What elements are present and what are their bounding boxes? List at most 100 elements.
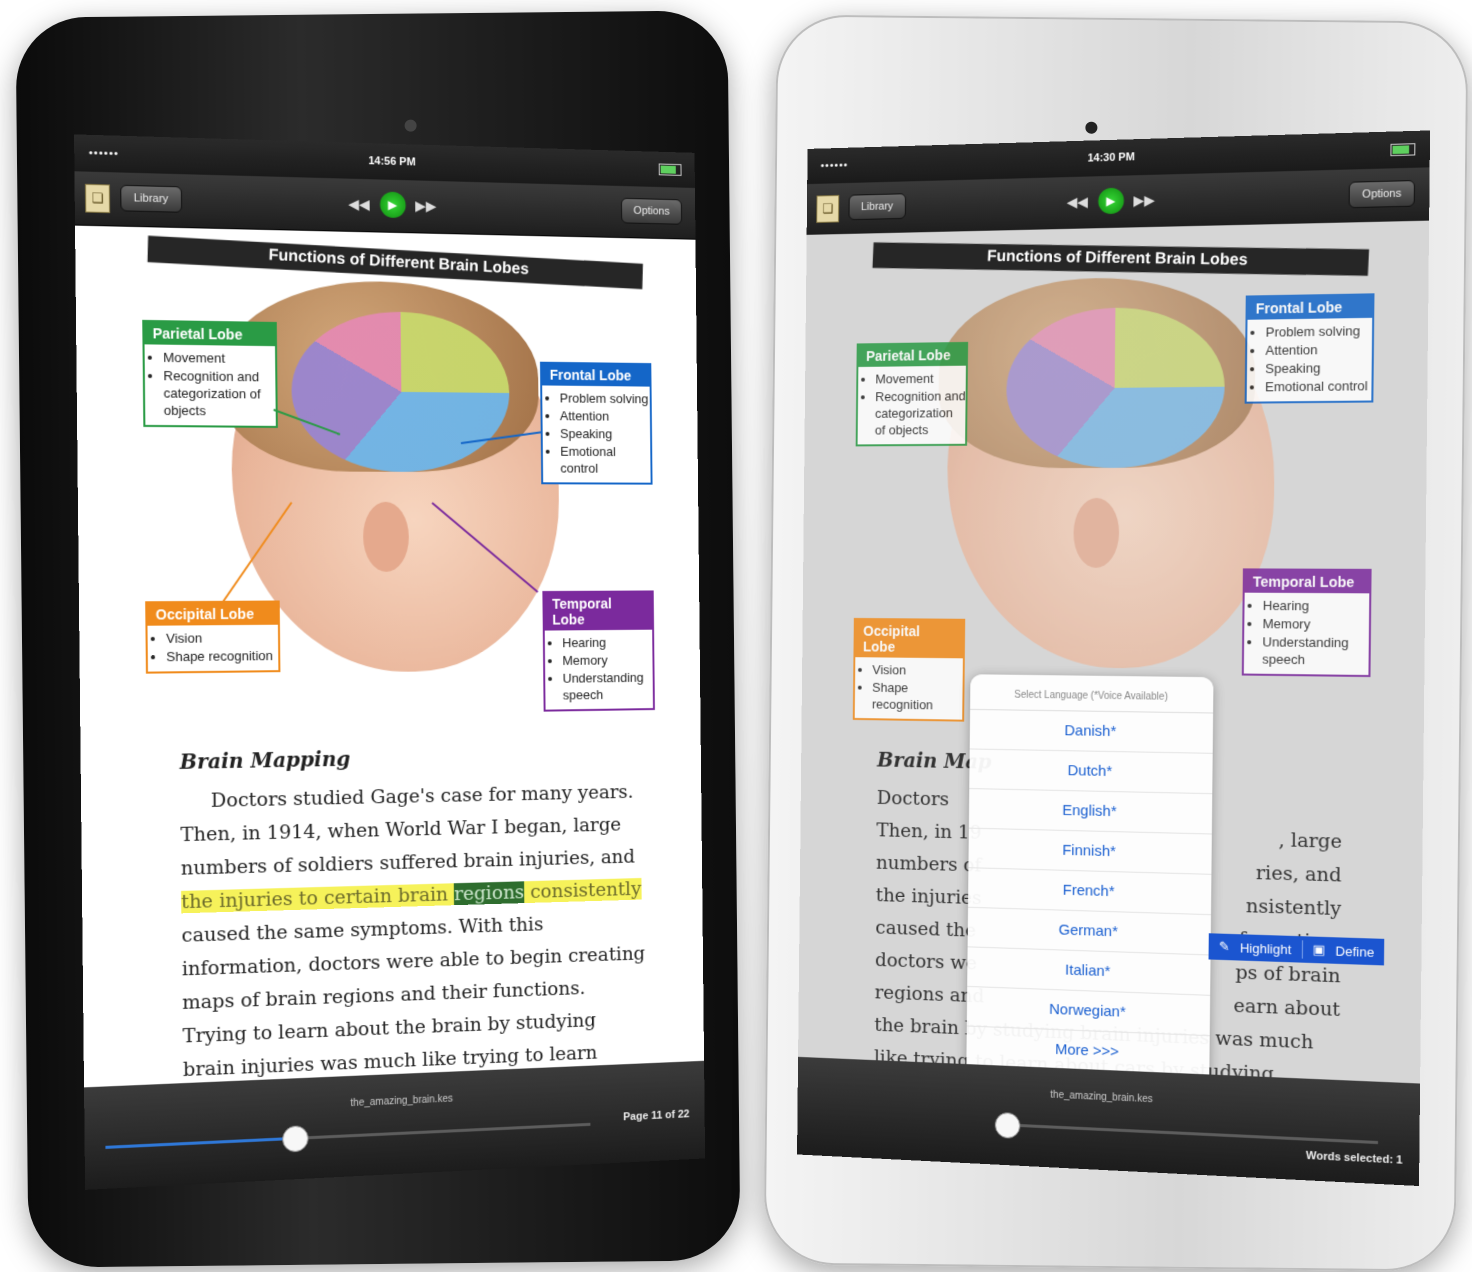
- battery-icon: [658, 163, 682, 176]
- temporal-item: Understanding speech: [1262, 633, 1369, 669]
- highlight-button[interactable]: Highlight: [1240, 940, 1292, 957]
- frontal-item: Attention: [560, 407, 650, 424]
- frontal-lobe-box: Frontal Lobe Problem solving Attention S…: [539, 361, 653, 485]
- occipital-item: Shape recognition: [166, 647, 278, 665]
- dictionary-icon: ▣: [1312, 941, 1326, 958]
- play-icon[interactable]: ▶: [379, 191, 406, 219]
- parietal-lobe-heading: Parietal Lobe: [858, 343, 967, 367]
- frontal-item: Emotional control: [1265, 377, 1372, 395]
- status-time: 14:30 PM: [1087, 151, 1135, 165]
- parietal-item: Movement: [163, 349, 275, 368]
- file-name: the_amazing_brain.kes: [350, 1093, 453, 1110]
- parietal-lobe-box: Parietal Lobe Movement Recognition and c…: [142, 319, 278, 428]
- parietal-lobe-heading: Parietal Lobe: [144, 321, 275, 347]
- text-run: Then, in 19: [876, 819, 982, 844]
- parietal-item: Movement: [875, 370, 966, 388]
- frontal-item: Problem solving: [1266, 322, 1373, 341]
- rewind-icon[interactable]: ◀◀: [1067, 193, 1088, 210]
- page-slider[interactable]: [994, 1111, 1379, 1145]
- audio-controls: ◀◀ ▶ ▶▶: [348, 191, 437, 219]
- language-option-finnish[interactable]: Finnish*: [968, 828, 1212, 875]
- parietal-lobe-box: Parietal Lobe Movement Recognition and c…: [855, 341, 969, 447]
- occipital-lobe-heading: Occipital Lobe: [147, 602, 278, 626]
- text-run: Doctors studied Gage's case for many yea…: [180, 781, 636, 880]
- slider-fill: [105, 1136, 295, 1149]
- carrier-signal: ••••••: [88, 147, 120, 161]
- text-run: Doctors: [876, 787, 950, 811]
- play-icon[interactable]: ▶: [1097, 187, 1124, 215]
- frontal-item: Problem solving: [560, 390, 650, 408]
- text-run: the injuries: [875, 884, 982, 910]
- divider: [1301, 940, 1303, 959]
- temporal-item: Hearing: [562, 634, 652, 652]
- status-time: 14:56 PM: [368, 155, 416, 169]
- text-run: nsistently: [1245, 895, 1342, 921]
- reader-screen-left: •••••• 14:56 PM ❏ Library ◀◀ ▶ ▶▶ Option…: [74, 134, 706, 1190]
- page-slider[interactable]: [105, 1122, 591, 1153]
- occipital-item: Shape recognition: [872, 679, 963, 714]
- audio-controls: ◀◀ ▶ ▶▶: [1067, 187, 1156, 215]
- popover-title: Select Language (*Voice Available): [970, 674, 1214, 714]
- section-heading: Brain Mapping: [179, 746, 351, 774]
- book-icon[interactable]: ❏: [84, 183, 111, 214]
- temporal-item: Memory: [1262, 615, 1369, 633]
- figure-title: Functions of Different Brain Lobes: [872, 242, 1370, 276]
- frontal-lobe-box: Frontal Lobe Problem solving Attention S…: [1244, 293, 1375, 404]
- temporal-lobe-box: Temporal Lobe Hearing Memory Understandi…: [542, 590, 655, 712]
- text-run: numbers of: [875, 851, 982, 877]
- frontal-lobe-heading: Frontal Lobe: [1247, 295, 1373, 320]
- temporal-item: Understanding speech: [563, 669, 653, 704]
- front-camera: [404, 119, 417, 132]
- page-content: Functions of Different Brain Lobes Parie…: [75, 225, 704, 1115]
- temporal-lobe-box: Temporal Lobe Hearing Memory Understandi…: [1241, 568, 1372, 678]
- ear: [1073, 497, 1120, 568]
- selected-word[interactable]: regions: [454, 881, 525, 906]
- text-run: caused the: [875, 916, 977, 942]
- frontal-lobe-heading: Frontal Lobe: [541, 363, 650, 387]
- temporal-item: Memory: [562, 651, 652, 669]
- text-run: , large: [1278, 829, 1343, 853]
- child-head-illustration: [937, 275, 1277, 670]
- file-name: the_amazing_brain.kes: [1050, 1089, 1153, 1106]
- front-camera: [1085, 121, 1098, 134]
- library-button[interactable]: Library: [848, 193, 906, 221]
- reading-text: Brain Mapping Doctors studied Gage's cas…: [180, 738, 648, 1121]
- battery-icon: [1390, 143, 1416, 157]
- fast-forward-icon[interactable]: ▶▶: [1133, 191, 1155, 209]
- options-button[interactable]: Options: [621, 197, 683, 225]
- tablet-right: •••••• 14:30 PM ❏ Library ◀◀ ▶ ▶▶ Option…: [763, 14, 1469, 1272]
- temporal-lobe-heading: Temporal Lobe: [544, 592, 653, 631]
- reader-screen-right: •••••• 14:30 PM ❏ Library ◀◀ ▶ ▶▶ Option…: [797, 130, 1431, 1187]
- define-button[interactable]: Define: [1335, 943, 1374, 960]
- language-option-dutch[interactable]: Dutch*: [969, 749, 1213, 795]
- options-button[interactable]: Options: [1348, 180, 1415, 209]
- words-selected-indicator: Words selected: 1: [1305, 1149, 1403, 1167]
- language-option-english[interactable]: English*: [968, 789, 1213, 835]
- parietal-item: Recognition and categorization of object…: [163, 367, 275, 420]
- frontal-item: Emotional control: [560, 443, 650, 477]
- temporal-lobe-heading: Temporal Lobe: [1244, 570, 1370, 594]
- library-button[interactable]: Library: [120, 184, 182, 213]
- ear: [362, 501, 410, 572]
- book-icon[interactable]: ❏: [816, 194, 840, 223]
- occipital-item: Vision: [872, 661, 963, 679]
- fast-forward-icon[interactable]: ▶▶: [415, 197, 436, 214]
- pencil-icon: ✎: [1218, 938, 1230, 955]
- occipital-lobe-heading: Occipital Lobe: [855, 619, 964, 659]
- frontal-item: Speaking: [1265, 359, 1372, 378]
- rewind-icon[interactable]: ◀◀: [348, 195, 370, 213]
- figure-title: Functions of Different Brain Lobes: [147, 235, 643, 290]
- language-popover: Select Language (*Voice Available) Danis…: [966, 674, 1214, 1101]
- frontal-item: Attention: [1265, 340, 1372, 359]
- highlighted-text[interactable]: the injuries to certain brain: [181, 883, 455, 914]
- frontal-item: Speaking: [560, 425, 650, 442]
- page-indicator: Page 11 of 22: [623, 1108, 690, 1124]
- parietal-item: Recognition and categorization of object…: [875, 387, 966, 438]
- language-option-danish[interactable]: Danish*: [969, 709, 1214, 754]
- slider-knob[interactable]: [281, 1125, 309, 1153]
- tablet-left: •••••• 14:56 PM ❏ Library ◀◀ ▶ ▶▶ Option…: [15, 10, 741, 1268]
- highlighted-text[interactable]: consistently: [524, 877, 642, 904]
- occipital-lobe-box: Occipital Lobe Vision Shape recognition: [852, 617, 966, 722]
- text-run: earn about: [1233, 994, 1341, 1022]
- slider-knob[interactable]: [994, 1111, 1021, 1139]
